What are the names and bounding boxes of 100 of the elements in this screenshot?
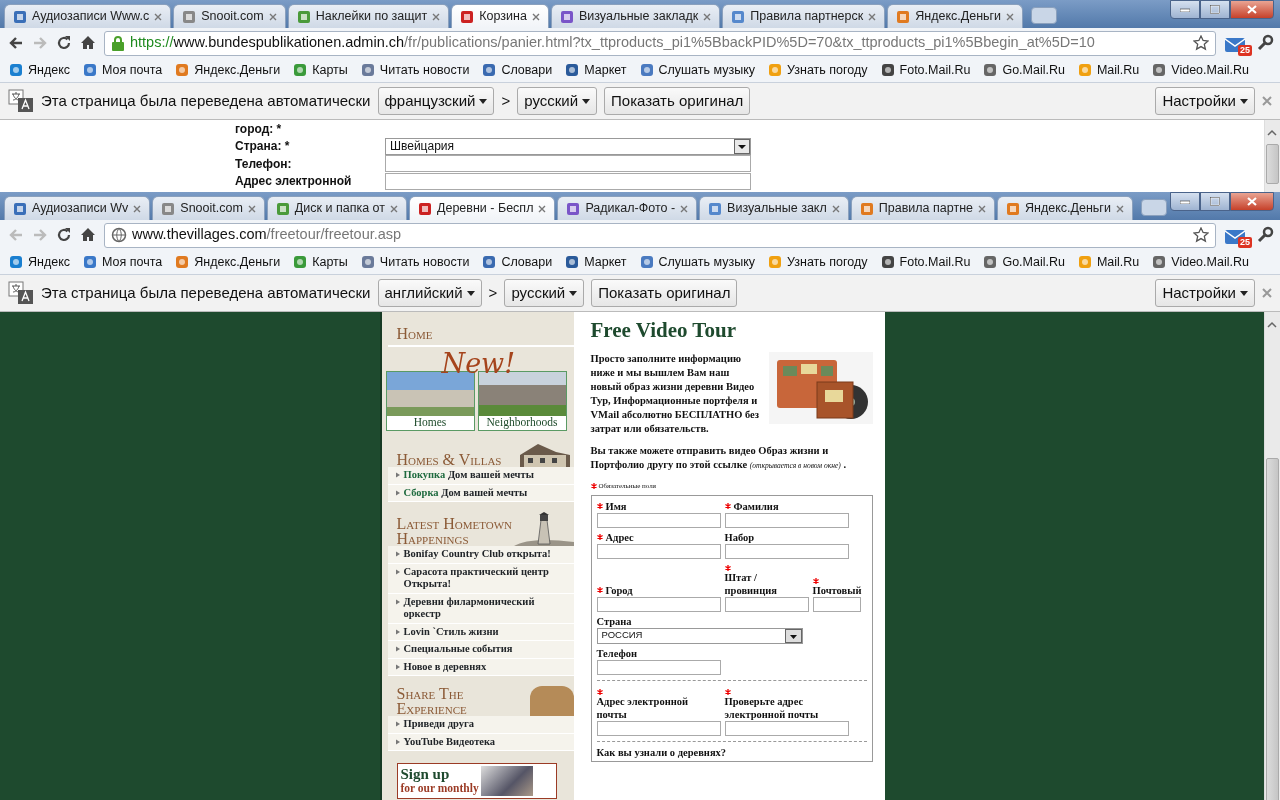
new-tab-button[interactable]: [1031, 7, 1058, 24]
bookmark-link[interactable]: Foto.Mail.Ru: [880, 60, 971, 80]
sidebar-link[interactable]: YouTube Видеотека: [403, 735, 496, 748]
bookmark-link[interactable]: Яндекс.Деньги: [175, 60, 281, 80]
bookmark-link[interactable]: Слушать музыку: [639, 252, 756, 272]
star-icon[interactable]: [1193, 35, 1209, 51]
close-icon[interactable]: [133, 204, 142, 213]
close-icon[interactable]: [680, 204, 689, 213]
minimize-button[interactable]: [1170, 0, 1200, 19]
close-icon[interactable]: [247, 204, 256, 213]
close-icon[interactable]: [1115, 204, 1124, 213]
browser-tab[interactable]: Диск и папка от: [266, 196, 407, 220]
bookmark-link[interactable]: Словари: [482, 252, 553, 272]
browser-tab[interactable]: Snooit.com: [152, 196, 265, 220]
show-original-button[interactable]: Показать оригинал: [604, 87, 751, 115]
close-icon[interactable]: [538, 204, 547, 213]
browser-tab[interactable]: Корзина: [451, 4, 549, 28]
bookmark-link[interactable]: Яндекс: [9, 252, 71, 272]
browser-tab[interactable]: Яндекс.Деньги: [887, 4, 1024, 28]
bookmark-link[interactable]: Яндекс.Деньги: [175, 252, 281, 272]
input-field[interactable]: [596, 596, 721, 612]
close-button[interactable]: [1230, 0, 1274, 19]
scrollbar[interactable]: [1264, 120, 1280, 192]
settings-dropdown[interactable]: Настройки: [1155, 279, 1255, 307]
browser-tab[interactable]: Правила партнерск: [722, 4, 886, 28]
address-bar[interactable]: www.thevillages.com/freetour/freetour.asp: [104, 222, 1216, 248]
scrollbar-thumb[interactable]: [1266, 458, 1279, 800]
bookmark-link[interactable]: Video.Mail.Ru: [1152, 252, 1249, 272]
bookmark-link[interactable]: Словари: [482, 60, 553, 80]
close-icon[interactable]: [868, 12, 877, 21]
close-icon[interactable]: [703, 12, 712, 21]
maximize-button[interactable]: [1200, 192, 1230, 211]
bookmark-link[interactable]: Яндекс: [9, 60, 71, 80]
bookmark-link[interactable]: Моя почта: [83, 252, 163, 272]
input-field[interactable]: [596, 659, 721, 675]
bookmark-link[interactable]: Узнать погоду: [768, 60, 868, 80]
close-icon[interactable]: [268, 12, 277, 21]
close-icon[interactable]: [978, 204, 986, 213]
show-original-button[interactable]: Показать оригинал: [591, 279, 738, 307]
browser-tab[interactable]: Snooit.com: [173, 4, 286, 28]
close-icon[interactable]: [531, 12, 540, 21]
country-select[interactable]: Швейцария: [385, 137, 751, 155]
reload-icon[interactable]: [56, 227, 72, 243]
language-dropdown[interactable]: русский: [504, 279, 585, 307]
close-icon[interactable]: [432, 12, 441, 21]
signup-banner[interactable]: Sign up for our monthly: [396, 763, 557, 799]
browser-tab[interactable]: Аудиозаписи Wv: [4, 196, 151, 220]
input-field[interactable]: [596, 512, 721, 528]
bookmark-link[interactable]: Маркет: [565, 60, 627, 80]
input-field[interactable]: [596, 720, 721, 736]
bookmark-link[interactable]: Читать новости: [360, 60, 470, 80]
input-field[interactable]: [385, 155, 751, 173]
sidebar-link[interactable]: Lovin `Стиль жизни: [403, 625, 499, 638]
sidebar-link[interactable]: Деревни филармонический оркестр: [403, 595, 572, 621]
sidebar-link[interactable]: Приведи друга: [403, 718, 475, 731]
scrollbar[interactable]: [1264, 312, 1280, 800]
bookmark-link[interactable]: Go.Mail.Ru: [983, 60, 1065, 80]
language-dropdown[interactable]: русский: [517, 87, 598, 115]
star-icon[interactable]: [1193, 227, 1209, 243]
input-field[interactable]: [724, 512, 849, 528]
close-icon[interactable]: [154, 12, 163, 21]
input-field[interactable]: [596, 543, 721, 559]
back-arrow-icon[interactable]: [8, 35, 24, 51]
sidebar-heading-link[interactable]: Home: [387, 316, 574, 347]
language-dropdown[interactable]: английский: [377, 279, 482, 307]
close-button[interactable]: [1230, 192, 1274, 211]
scrollbar-thumb[interactable]: [1266, 144, 1279, 184]
home-icon[interactable]: [80, 227, 96, 243]
close-icon[interactable]: [1006, 12, 1015, 21]
browser-tab[interactable]: Радикал-Фото -: [557, 196, 698, 220]
browser-tab[interactable]: Правила партне: [850, 196, 995, 220]
browser-tab[interactable]: Яндекс.Деньги: [997, 196, 1133, 220]
close-icon[interactable]: [831, 204, 840, 213]
input-field[interactable]: [812, 596, 861, 612]
sidebar-link[interactable]: Покупка Дом вашей мечты: [403, 469, 534, 482]
bookmark-link[interactable]: Слушать музыку: [639, 60, 756, 80]
close-icon[interactable]: [1262, 288, 1272, 298]
settings-dropdown[interactable]: Настройки: [1155, 87, 1255, 115]
close-icon[interactable]: [390, 204, 398, 213]
language-dropdown[interactable]: французский: [377, 87, 495, 115]
country-select[interactable]: РОССИЯ: [596, 627, 803, 644]
browser-tab[interactable]: Аудиозаписи Www.с: [4, 4, 172, 28]
bookmark-link[interactable]: Go.Mail.Ru: [983, 252, 1065, 272]
bookmark-link[interactable]: Моя почта: [83, 60, 163, 80]
bookmark-link[interactable]: Mail.Ru: [1077, 252, 1140, 272]
bookmark-link[interactable]: Карты: [293, 60, 348, 80]
bookmark-link[interactable]: Foto.Mail.Ru: [880, 252, 971, 272]
sidebar-link[interactable]: Специальные события: [403, 643, 513, 656]
sidebar-link[interactable]: Сарасота практический центр Открыта!: [403, 565, 572, 591]
bookmark-link[interactable]: Маркет: [565, 252, 627, 272]
sidebar-link[interactable]: Сборка Дом вашей мечты: [403, 486, 528, 499]
input-field[interactable]: [724, 596, 809, 612]
bookmark-link[interactable]: Video.Mail.Ru: [1152, 60, 1249, 80]
home-icon[interactable]: [80, 35, 96, 51]
bookmark-link[interactable]: Карты: [293, 252, 348, 272]
browser-tab[interactable]: Деревни - Беспл: [409, 196, 556, 220]
reload-icon[interactable]: [56, 35, 72, 51]
sidebar-link[interactable]: Новое в деревнях: [403, 660, 487, 673]
minimize-button[interactable]: [1170, 192, 1200, 211]
bookmark-link[interactable]: Узнать погоду: [768, 252, 868, 272]
